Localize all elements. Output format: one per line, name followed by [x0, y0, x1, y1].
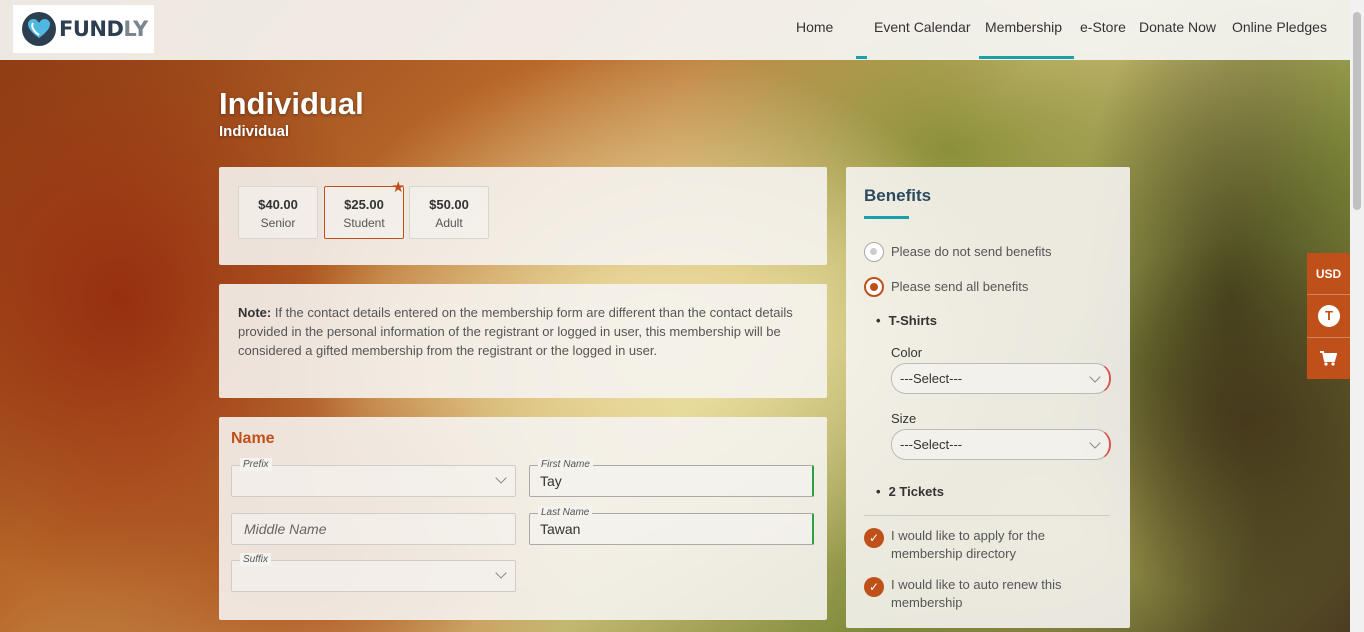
- benefits-panel: Benefits Please do not send benefits Ple…: [846, 167, 1130, 628]
- middle-name-input[interactable]: Middle Name: [231, 513, 516, 545]
- no-benefits-label: Please do not send benefits: [891, 244, 1052, 259]
- nav-event-calendar[interactable]: Event Calendar: [874, 19, 971, 35]
- scroll-thumb[interactable]: [1353, 12, 1361, 210]
- membership-options-panel: $40.00 Senior ★ $25.00 Student $50.00 Ad…: [219, 167, 827, 265]
- option-amount: $25.00: [344, 197, 384, 212]
- logo-text: FUNDLY: [59, 17, 148, 41]
- autorenew-label: I would like to auto renew this membersh…: [891, 577, 1062, 610]
- benefits-divider: [864, 515, 1110, 516]
- prefix-label: Prefix: [240, 458, 272, 471]
- name-section-title: Name: [231, 430, 275, 447]
- currency-button[interactable]: USD: [1307, 253, 1350, 295]
- chevron-down-icon: [495, 472, 507, 484]
- directory-label: I would like to apply for the membership…: [891, 528, 1045, 561]
- page-subtitle: Individual: [219, 123, 290, 140]
- nav-online-pledges[interactable]: Online Pledges: [1232, 19, 1327, 35]
- option-amount: $50.00: [429, 197, 469, 212]
- fundly-logo[interactable]: FUNDLY: [13, 5, 154, 53]
- chevron-down-icon: [1089, 437, 1101, 449]
- option-student[interactable]: ★ $25.00 Student: [324, 179, 405, 239]
- nav-donate-now[interactable]: Donate Now: [1139, 19, 1216, 35]
- color-label: Color: [891, 345, 923, 360]
- checkbox-directory[interactable]: ✓: [864, 528, 884, 548]
- suffix-label: Suffix: [240, 553, 272, 566]
- page-title: Individual: [219, 86, 364, 121]
- size-select[interactable]: ---Select---: [891, 429, 1111, 460]
- benefit-item-tshirts: T-Shirts: [876, 313, 937, 328]
- name-panel: Name Prefix First Name Tay Middle Name L…: [219, 417, 827, 620]
- site-header: FUNDLY Home Event Calendar Membership e-…: [0, 0, 1350, 60]
- nav-estore[interactable]: e-Store: [1080, 19, 1126, 35]
- color-select-value: ---Select---: [900, 371, 963, 386]
- chevron-down-icon: [1089, 371, 1101, 383]
- option-senior[interactable]: $40.00 Senior: [238, 186, 318, 239]
- size-label: Size: [891, 411, 917, 426]
- cart-icon[interactable]: [1320, 351, 1338, 371]
- star-icon: ★: [391, 179, 405, 196]
- t-button[interactable]: T: [1318, 305, 1340, 327]
- benefits-underline: [864, 216, 909, 219]
- checkbox-autorenew[interactable]: ✓: [864, 577, 884, 597]
- note-text: Note: If the contact details entered on …: [238, 305, 793, 358]
- side-divider: [1307, 337, 1350, 338]
- option-adult[interactable]: $50.00 Adult: [409, 186, 489, 239]
- suffix-select[interactable]: Suffix: [231, 553, 516, 592]
- color-select[interactable]: ---Select---: [891, 363, 1111, 394]
- side-widget: USD T: [1307, 253, 1350, 379]
- option-label: Senior: [260, 216, 296, 230]
- heart-logo-icon: [22, 12, 56, 46]
- radio-no-benefits[interactable]: [864, 242, 884, 262]
- nav-indicator-left: [856, 56, 867, 59]
- last-name-label: Last Name: [538, 506, 593, 519]
- first-name-value: Tay: [540, 473, 562, 489]
- chevron-down-icon: [495, 567, 507, 579]
- size-select-value: ---Select---: [900, 437, 963, 452]
- prefix-select[interactable]: Prefix: [231, 458, 516, 497]
- option-amount: $40.00: [258, 197, 298, 212]
- nav-membership[interactable]: Membership: [985, 19, 1062, 35]
- nav-home[interactable]: Home: [796, 19, 833, 35]
- note-panel: Note: If the contact details entered on …: [219, 284, 827, 398]
- page-scrollbar[interactable]: [1350, 0, 1364, 632]
- last-name-value: Tawan: [540, 521, 581, 537]
- option-label: Student: [343, 216, 385, 230]
- first-name-label: First Name: [538, 458, 593, 471]
- nav-active-underline: [979, 56, 1074, 59]
- first-name-input[interactable]: First Name Tay: [529, 458, 814, 497]
- radio-all-benefits[interactable]: [864, 277, 884, 297]
- option-label: Adult: [435, 216, 463, 230]
- benefits-title: Benefits: [864, 186, 932, 205]
- all-benefits-label: Please send all benefits: [891, 279, 1029, 294]
- benefit-item-tickets: 2 Tickets: [876, 484, 944, 499]
- middle-name-placeholder: Middle Name: [244, 521, 327, 537]
- last-name-input[interactable]: Last Name Tawan: [529, 506, 814, 545]
